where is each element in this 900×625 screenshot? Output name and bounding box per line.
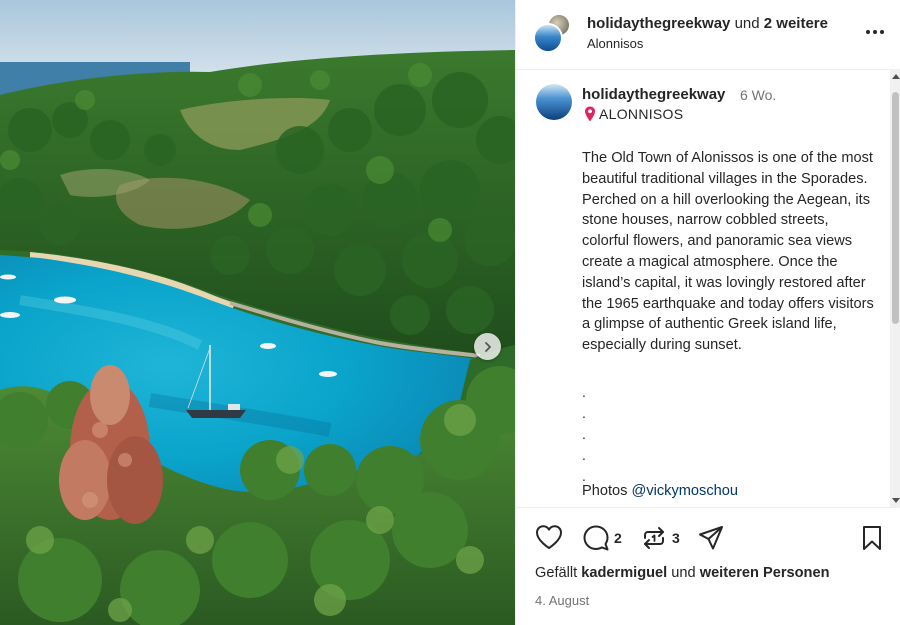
comment-button[interactable]: 2 bbox=[582, 524, 622, 552]
send-icon bbox=[699, 526, 723, 550]
next-image-button[interactable] bbox=[474, 333, 501, 360]
repost-icon bbox=[644, 527, 664, 549]
save-button[interactable] bbox=[860, 524, 884, 552]
scroll-up-arrow-icon[interactable] bbox=[892, 74, 900, 79]
more-icon bbox=[866, 30, 884, 34]
dot-line: . bbox=[582, 384, 586, 400]
post-details-panel: holidaythegreekway und 2 weitere Alonnis… bbox=[515, 0, 900, 625]
photos-label: Photos bbox=[582, 483, 628, 499]
caption-text: The Old Town of Alonissos is one of the … bbox=[582, 150, 874, 354]
caption-dots: . . . . . bbox=[582, 382, 586, 487]
location-pin-icon bbox=[585, 106, 595, 122]
dot-line: . bbox=[582, 447, 586, 463]
likes-summary: Gefällt kadermiguel und weiteren Persone… bbox=[535, 565, 830, 581]
collab-connector: und bbox=[734, 15, 760, 32]
photographer-mention-link[interactable]: @vickymoschou bbox=[632, 483, 738, 499]
dot-line: . bbox=[582, 405, 586, 421]
like-button[interactable] bbox=[535, 524, 563, 550]
caption-location: ALONNISOS bbox=[584, 106, 683, 122]
bookmark-icon bbox=[863, 526, 881, 550]
scroll-down-arrow-icon[interactable] bbox=[892, 498, 900, 503]
caption-location-text: ALONNISOS bbox=[599, 106, 684, 122]
avatar bbox=[533, 23, 563, 53]
collab-avatars[interactable] bbox=[533, 13, 575, 55]
other-likers-link[interactable]: weiteren Personen bbox=[700, 565, 830, 581]
caption-area: holidaythegreekway 6 Wo. ALONNISOS The O… bbox=[516, 70, 900, 507]
heart-icon bbox=[536, 525, 562, 549]
header-location-link[interactable]: Alonnisos bbox=[587, 36, 643, 51]
dot-line: . bbox=[582, 426, 586, 442]
more-options-button[interactable] bbox=[863, 22, 887, 42]
bay-landscape-image bbox=[0, 0, 515, 625]
post-date[interactable]: 4. August bbox=[535, 593, 589, 608]
post-photo bbox=[0, 0, 515, 625]
avatar[interactable] bbox=[536, 84, 572, 120]
likes-prefix: Gefällt bbox=[535, 565, 578, 581]
liker-username-link[interactable]: kadermiguel bbox=[581, 565, 667, 581]
scrollbar-thumb[interactable] bbox=[892, 92, 899, 324]
caption-timestamp[interactable]: 6 Wo. bbox=[740, 87, 776, 103]
chevron-right-icon bbox=[484, 341, 491, 352]
share-button[interactable] bbox=[697, 524, 725, 552]
collab-count-link[interactable]: 2 weitere bbox=[764, 15, 828, 32]
comment-icon bbox=[583, 525, 609, 551]
post-actions: 2 3 Gefällt kadermiguel und weiteren Per… bbox=[516, 507, 900, 625]
likes-connector: und bbox=[671, 565, 696, 581]
post-owners: holidaythegreekway und 2 weitere bbox=[587, 15, 828, 32]
post-header: holidaythegreekway und 2 weitere Alonnis… bbox=[516, 0, 900, 70]
repost-count: 3 bbox=[672, 530, 680, 546]
caption-username[interactable]: holidaythegreekway bbox=[582, 86, 725, 103]
comment-count: 2 bbox=[614, 530, 622, 546]
caption-scrollbar[interactable] bbox=[890, 70, 900, 507]
repost-button[interactable]: 3 bbox=[640, 524, 680, 552]
owner-username[interactable]: holidaythegreekway bbox=[587, 15, 730, 32]
photos-credit: Photos @vickymoschou bbox=[582, 483, 738, 499]
